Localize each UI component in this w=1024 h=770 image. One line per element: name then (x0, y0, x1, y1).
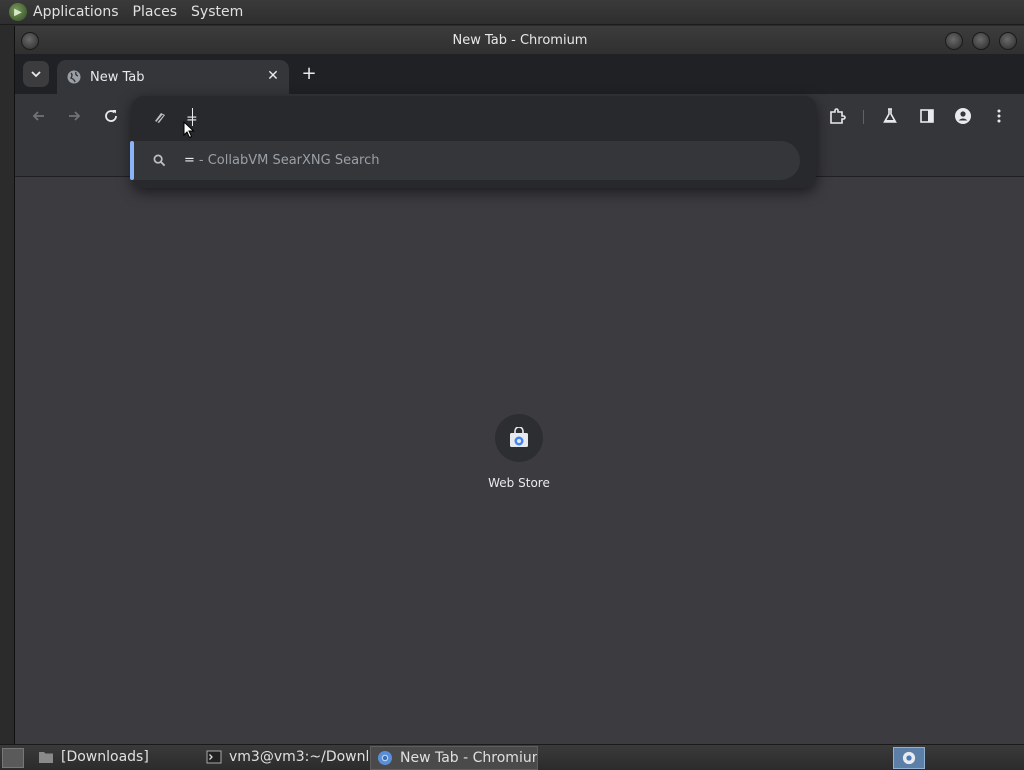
tab-title: New Tab (90, 69, 145, 85)
globe-icon (67, 70, 81, 84)
menu-system[interactable]: System (191, 4, 243, 20)
task-terminal[interactable]: vm3@vm3:~/Downl... (200, 746, 368, 768)
web-store-icon (510, 427, 528, 447)
back-button[interactable] (29, 106, 49, 126)
toolbar-divider (863, 110, 864, 124)
shortcut-tile[interactable] (495, 414, 543, 462)
new-tab-page: Web Store (15, 177, 1024, 744)
menu-applications[interactable]: Applications (33, 4, 119, 20)
close-window-button[interactable] (999, 32, 1017, 50)
mouse-pointer-icon (183, 121, 195, 139)
show-desktop-button[interactable] (2, 748, 24, 768)
arrow-left-icon (32, 111, 44, 121)
selection-accent (130, 141, 134, 180)
chromium-icon (378, 751, 392, 765)
close-tab-icon[interactable]: ✕ (265, 68, 281, 84)
omnibox-suggestion[interactable]: = - CollabVM SearXNG Search (130, 141, 800, 180)
terminal-icon (206, 750, 222, 764)
address-bar-input[interactable] (184, 106, 788, 132)
tab-new-tab[interactable]: New Tab ✕ (57, 60, 289, 94)
window-titlebar[interactable]: New Tab - Chromium (15, 26, 1024, 54)
window-menu-button[interactable] (21, 32, 39, 50)
search-icon (152, 154, 166, 168)
menu-places[interactable]: Places (133, 4, 178, 20)
distro-logo-icon[interactable]: ▶ (9, 3, 27, 21)
tab-search-button[interactable] (23, 61, 49, 87)
minimize-button[interactable] (945, 32, 963, 50)
task-label: New Tab - Chromium (400, 750, 538, 766)
maximize-button[interactable] (972, 32, 990, 50)
side-panel-button[interactable] (917, 106, 937, 126)
extensions-button[interactable] (827, 106, 847, 126)
shortcut-label: Web Store (488, 476, 550, 490)
suggestion-query: = (184, 153, 195, 168)
side-panel-icon (920, 109, 934, 123)
omnibox-dropdown: = - CollabVM SearXNG Search (130, 96, 816, 188)
avatar-icon (955, 108, 971, 124)
forward-button[interactable] (64, 106, 84, 126)
task-label: [Downloads] (61, 749, 149, 765)
site-info-button[interactable] (150, 108, 170, 128)
more-vertical-icon (997, 109, 1001, 123)
suggestion-description: - CollabVM SearXNG Search (198, 153, 380, 168)
chevron-down-icon (31, 71, 41, 78)
chrome-menu-button[interactable] (989, 106, 1009, 126)
search-engine-icon (155, 113, 165, 123)
tray-chromium-icon[interactable] (893, 747, 925, 769)
shortcut-web-store[interactable]: Web Store (488, 414, 550, 490)
desktop-taskbar: [Downloads] vm3@vm3:~/Downl... New Tab -… (0, 744, 1024, 770)
task-downloads[interactable]: [Downloads] (32, 746, 198, 768)
new-tab-button[interactable]: + (299, 64, 319, 84)
profile-button[interactable] (953, 106, 973, 126)
desktop-top-panel: ▶ Applications Places System (0, 0, 1024, 25)
puzzle-icon (830, 108, 846, 124)
task-chromium[interactable]: New Tab - Chromium (370, 746, 538, 770)
reload-icon (105, 110, 117, 122)
flask-icon (883, 108, 897, 123)
task-label: vm3@vm3:~/Downl... (229, 749, 368, 765)
reload-button[interactable] (101, 106, 121, 126)
folder-icon (39, 752, 53, 763)
tab-strip: New Tab ✕ + (15, 54, 1024, 94)
window-title: New Tab - Chromium (452, 32, 588, 48)
arrow-right-icon (69, 111, 81, 121)
labs-button[interactable] (880, 106, 900, 126)
